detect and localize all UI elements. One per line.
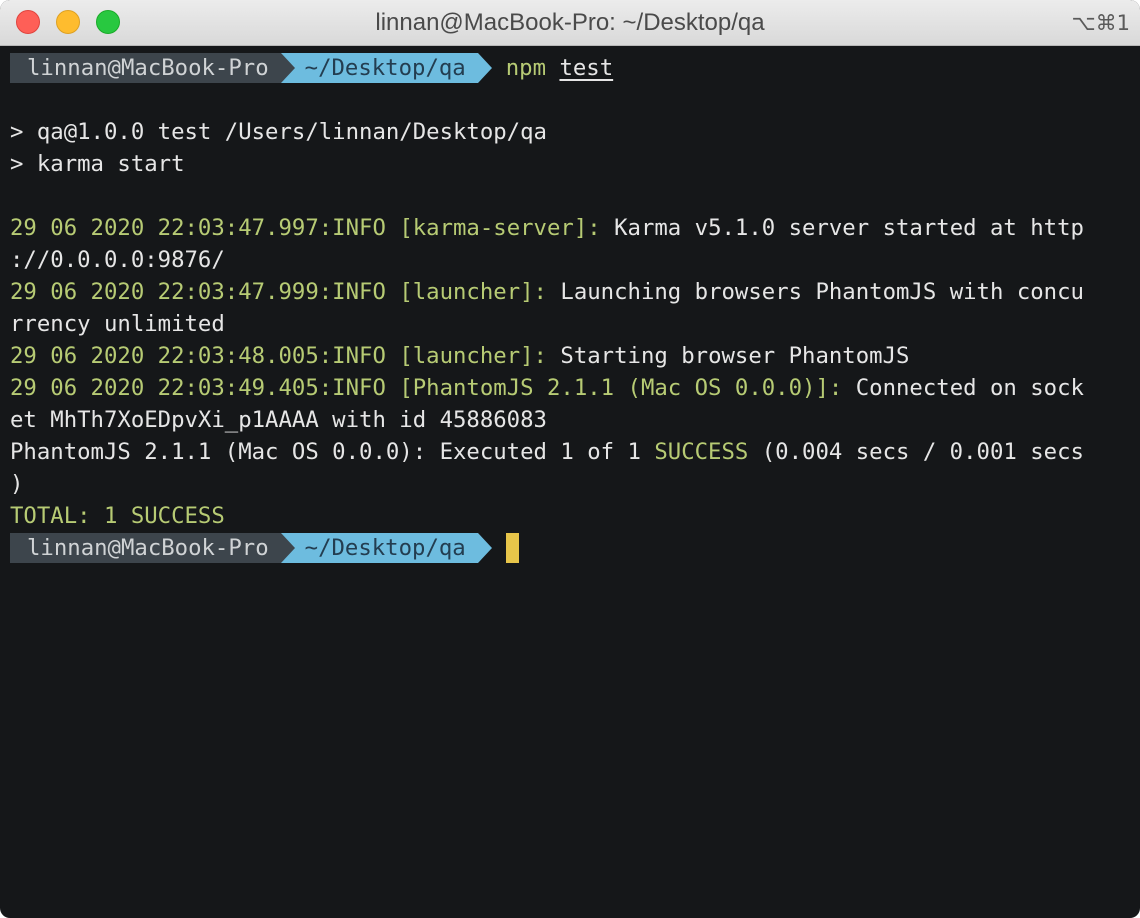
log-message: Starting browser PhantomJS — [546, 343, 910, 369]
log-tag: [karma-server]: — [399, 215, 601, 241]
prompt-directory-segment: ~/Desktop/qa — [294, 53, 478, 83]
log-line: 29 06 2020 22:03:47.997:INFO [karma-serv… — [10, 212, 1132, 244]
prompt-end-arrow — [477, 53, 492, 83]
result-line: PhantomJS 2.1.1 (Mac OS 0.0.0): Executed… — [10, 436, 1132, 468]
prompt-separator-arrow — [280, 53, 295, 83]
log-tag: [launcher]: — [399, 279, 547, 305]
prompt-end-arrow — [477, 533, 492, 563]
output-line: > qa@1.0.0 test /Users/linnan/Desktop/qa — [10, 119, 547, 145]
terminal-output[interactable]: linnan@MacBook-Pro ~/Desktop/qa npm test >… — [10, 52, 1132, 564]
log-line-wrap: ://0.0.0.0:9876/ — [10, 247, 225, 273]
prompt-line-current: linnan@MacBook-Pro ~/Desktop/qa — [10, 532, 1132, 564]
log-message: Connected on sock — [842, 375, 1084, 401]
log-message: Karma v5.1.0 server started at http — [600, 215, 1084, 241]
log-line-wrap: et MhTh7XoEDpvXi_p1AAAA with id 45886083 — [10, 407, 547, 433]
total-line: TOTAL: 1 SUCCESS — [10, 503, 225, 529]
prompt-user-segment: linnan@MacBook-Pro — [10, 53, 281, 83]
window-title: linnan@MacBook-Pro: ~/Desktop/qa — [375, 9, 765, 36]
result-prefix: PhantomJS 2.1.1 (Mac OS 0.0.0): Executed… — [10, 439, 655, 465]
command-argument: test — [559, 55, 614, 81]
title-bar: linnan@MacBook-Pro: ~/Desktop/qa ⌥⌘1 — [0, 0, 1140, 46]
terminal-window: linnan@MacBook-Pro: ~/Desktop/qa ⌥⌘1 lin… — [0, 0, 1140, 918]
log-line-wrap: rrency unlimited — [10, 311, 225, 337]
prompt-line: linnan@MacBook-Pro ~/Desktop/qa npm test — [10, 52, 1132, 84]
log-line: 29 06 2020 22:03:49.405:INFO [PhantomJS … — [10, 372, 1132, 404]
log-timestamp: 29 06 2020 22:03:48.005:INFO — [10, 343, 386, 369]
log-timestamp: 29 06 2020 22:03:47.999:INFO — [10, 279, 386, 305]
prompt-user-segment: linnan@MacBook-Pro — [10, 533, 281, 563]
result-timing: (0.004 secs / 0.001 secs — [748, 439, 1084, 465]
log-line: 29 06 2020 22:03:47.999:INFO [launcher]:… — [10, 276, 1132, 308]
log-timestamp: 29 06 2020 22:03:49.405:INFO — [10, 375, 386, 401]
log-tag: [launcher]: — [399, 343, 547, 369]
text-cursor[interactable] — [505, 533, 519, 563]
command-program: npm — [505, 55, 547, 81]
output-line: > karma start — [10, 151, 185, 177]
log-timestamp: 29 06 2020 22:03:47.997:INFO — [10, 215, 386, 241]
log-tag: [PhantomJS 2.1.1 (Mac OS 0.0.0)]: — [399, 375, 843, 401]
result-status: SUCCESS — [654, 439, 749, 465]
log-line: 29 06 2020 22:03:48.005:INFO [launcher]:… — [10, 340, 1132, 372]
window-shortcut: ⌥⌘1 — [1071, 11, 1130, 35]
result-line-wrap: ) — [10, 471, 24, 497]
prompt-directory-segment: ~/Desktop/qa — [294, 533, 478, 563]
log-message: Launching browsers PhantomJS with concu — [546, 279, 1084, 305]
prompt-separator-arrow — [280, 533, 295, 563]
